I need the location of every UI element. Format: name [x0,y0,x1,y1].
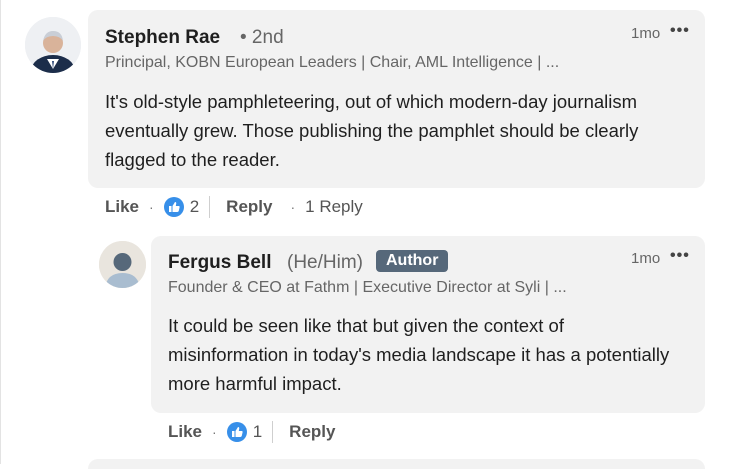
more-options-icon[interactable]: ••• [670,22,690,40]
comment-text: It could be seen like that but given the… [168,315,670,394]
more-options-icon[interactable]: ••• [670,247,690,265]
default-person-icon [99,241,146,288]
commenter-headline[interactable]: Founder & CEO at Fathm | Executive Direc… [168,279,567,297]
separator-dot: · [290,199,296,215]
like-reaction-icon[interactable] [226,422,247,442]
reply-count[interactable]: 1 Reply [305,197,363,217]
reply-button[interactable]: Reply [226,197,272,217]
next-comment-bubble [88,459,705,469]
person-photo-icon [25,17,81,73]
reply-actions: Like · 1 Reply [168,419,335,445]
reaction-count[interactable]: 1 [253,422,262,442]
separator-dot: · [212,424,217,440]
comment-text: It's old-style pamphleteering, out of wh… [105,91,639,170]
pronouns: (He/Him) [287,252,363,273]
commenter-name[interactable]: Stephen Rae [105,27,220,49]
divider [272,421,274,443]
commenter-name[interactable]: Fergus Bell [168,252,271,274]
like-reaction-icon[interactable] [163,197,184,217]
author-badge: Author [376,250,449,272]
reaction-count[interactable]: 2 [190,197,199,217]
comment-time: 1mo [631,25,661,42]
like-button[interactable]: Like [168,422,202,442]
avatar-fergus-bell[interactable] [99,241,146,288]
divider [209,196,211,218]
like-button[interactable]: Like [105,197,139,217]
thread-border [0,0,1,464]
avatar-stephen-rae[interactable] [25,17,81,73]
separator-dot: · [149,199,154,215]
commenter-headline[interactable]: Principal, KOBN European Leaders | Chair… [105,54,559,72]
comment-time: 1mo [631,250,661,267]
comment-actions: Like · 2 Reply · 1 Reply [105,194,363,220]
reply-button[interactable]: Reply [289,422,335,442]
connection-degree: • 2nd [240,27,284,48]
